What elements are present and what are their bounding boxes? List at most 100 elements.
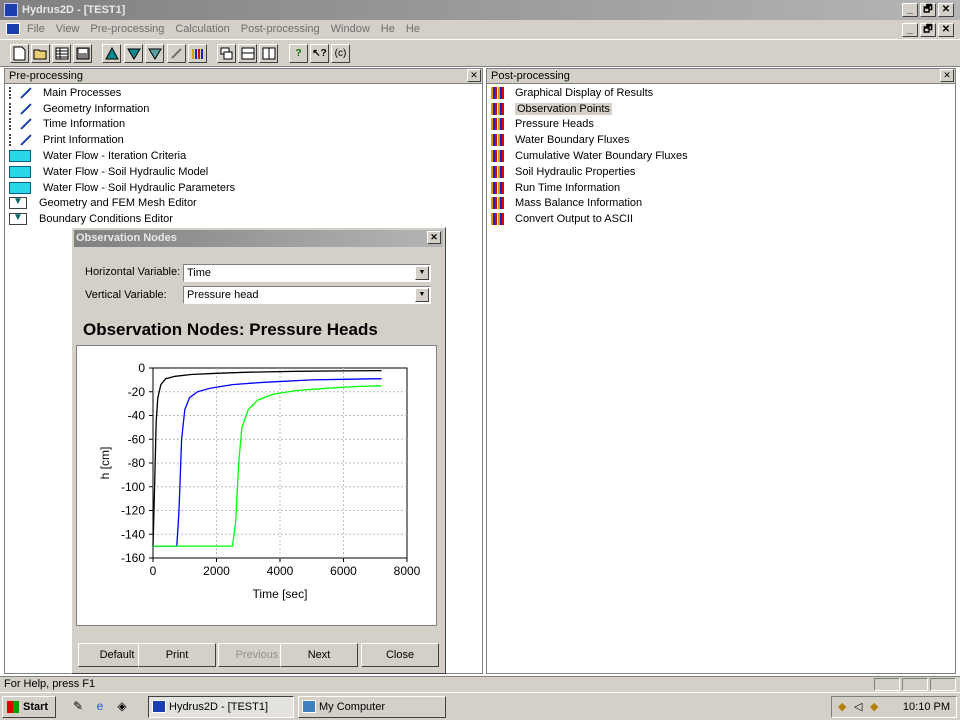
y-tick-label: -80 xyxy=(128,456,146,470)
mesh2-icon[interactable] xyxy=(145,44,164,63)
menu-view[interactable]: View xyxy=(56,23,80,35)
close-dialog-button[interactable]: Close xyxy=(361,643,439,667)
x-tick-label: 0 xyxy=(150,564,157,578)
tray-app-icon[interactable]: ◆ xyxy=(870,700,878,713)
menu-window[interactable]: Window xyxy=(331,23,370,35)
triangle-icon[interactable] xyxy=(102,44,121,63)
menu-bar: File View Pre-processing Calculation Pos… xyxy=(0,20,960,39)
pre-processing-item[interactable]: Water Flow - Soil Hydraulic Parameters xyxy=(5,180,482,196)
clock[interactable]: 10:10 PM xyxy=(903,701,950,713)
pre-processing-item[interactable]: Geometry Information xyxy=(5,101,482,117)
task-my-computer[interactable]: My Computer xyxy=(298,696,446,718)
pre-processing-item[interactable]: Main Processes xyxy=(5,85,482,101)
pre-processing-item-label: Print Information xyxy=(43,134,124,147)
chevron-down-icon[interactable]: ▼ xyxy=(415,266,429,280)
water-icon xyxy=(9,150,31,163)
task-hydrus2d[interactable]: Hydrus2D - [TEST1] xyxy=(148,696,294,718)
chart-frame: 0 2000 4000 6000 8000 0 -20 -40 -60 -80 -100 -120 -1… xyxy=(76,345,437,626)
window-title: Hydrus2D - [TEST1] xyxy=(22,4,126,16)
post-processing-item[interactable]: Graphical Display of Results xyxy=(487,85,955,101)
taskbar: Start ✎ e ◈ Hydrus2D - [TEST1] My Comput… xyxy=(0,692,960,720)
post-processing-close-icon[interactable]: ✕ xyxy=(940,69,954,82)
cascade-icon[interactable] xyxy=(217,44,236,63)
close-button[interactable]: ✕ xyxy=(938,3,954,17)
help-icon[interactable]: ? xyxy=(289,44,308,63)
mdi-restore-button[interactable]: 🗗 xyxy=(920,23,936,37)
menu-he-1[interactable]: He xyxy=(381,23,395,35)
post-processing-item[interactable]: Soil Hydraulic Properties xyxy=(487,164,955,180)
pre-processing-header: Pre-processing ✕ xyxy=(5,69,482,84)
app-icon[interactable] xyxy=(4,3,18,17)
pre-processing-item-label: Geometry and FEM Mesh Editor xyxy=(39,197,197,210)
browser-icon[interactable]: e xyxy=(92,699,108,715)
pre-processing-item-label: Boundary Conditions Editor xyxy=(39,213,173,226)
post-processing-item-label: Cumulative Water Boundary Fluxes xyxy=(515,150,688,163)
document-icon[interactable] xyxy=(6,23,20,35)
pencil-icon[interactable] xyxy=(167,44,186,63)
horizontal-variable-value: Time xyxy=(187,267,212,279)
vertical-variable-label: Vertical Variable: xyxy=(85,289,167,301)
context-help-mark: ? xyxy=(320,48,327,59)
menu-pre-processing[interactable]: Pre-processing xyxy=(90,23,164,35)
post-processing-item[interactable]: Observation Points xyxy=(487,101,955,117)
dialog-title: Observation Nodes xyxy=(76,232,177,244)
pre-processing-item[interactable]: Geometry and FEM Mesh Editor xyxy=(5,196,482,212)
post-processing-item[interactable]: Convert Output to ASCII xyxy=(487,211,955,227)
post-processing-item[interactable]: Cumulative Water Boundary Fluxes xyxy=(487,148,955,164)
vertical-variable-select[interactable]: Pressure head ▼ xyxy=(183,286,431,304)
post-processing-item[interactable]: Run Time Information xyxy=(487,180,955,196)
menu-post-processing[interactable]: Post-processing xyxy=(241,23,320,35)
pre-processing-title: Pre-processing xyxy=(9,70,83,82)
pre-processing-item[interactable]: Time Information xyxy=(5,117,482,133)
restore-button[interactable]: 🗗 xyxy=(920,3,936,17)
pre-processing-item[interactable]: Print Information xyxy=(5,132,482,148)
minimize-button[interactable]: _ xyxy=(902,3,918,17)
network-icon[interactable]: ◆ xyxy=(838,700,846,713)
bar-chart-icon xyxy=(491,118,505,131)
x-axis-label: Time [sec] xyxy=(253,587,308,601)
mesh-icon xyxy=(9,212,27,226)
horizontal-variable-select[interactable]: Time ▼ xyxy=(183,264,431,282)
bar-chart-icon xyxy=(491,134,505,147)
pre-processing-close-icon[interactable]: ✕ xyxy=(467,69,481,82)
status-cell xyxy=(902,678,928,691)
menu-he-2[interactable]: He xyxy=(406,23,420,35)
post-processing-item[interactable]: Pressure Heads xyxy=(487,117,955,133)
pencil-icon xyxy=(9,118,31,131)
y-tick-label: -40 xyxy=(128,409,146,423)
status-cell xyxy=(930,678,956,691)
next-button[interactable]: Next xyxy=(280,643,358,667)
menu-calculation[interactable]: Calculation xyxy=(175,23,229,35)
pre-processing-item[interactable]: Water Flow - Iteration Criteria xyxy=(5,148,482,164)
task-my-computer-label: My Computer xyxy=(319,701,386,713)
save-icon[interactable] xyxy=(73,44,92,63)
menu-file[interactable]: File xyxy=(27,23,45,35)
bar-icon[interactable] xyxy=(188,44,207,63)
post-processing-item[interactable]: Mass Balance Information xyxy=(487,196,955,212)
start-button[interactable]: Start xyxy=(2,696,56,718)
table-icon[interactable] xyxy=(52,44,71,63)
volume-icon[interactable]: ◁ xyxy=(854,700,862,713)
about-icon[interactable]: (c) xyxy=(331,44,350,63)
mdi-close-button[interactable]: ✕ xyxy=(938,23,954,37)
status-cell xyxy=(874,678,900,691)
context-help-icon[interactable]: ↖? xyxy=(310,44,329,63)
dialog-close-icon[interactable]: ✕ xyxy=(427,231,441,244)
mesh-icon[interactable] xyxy=(124,44,143,63)
pencil-icon xyxy=(9,86,31,99)
x-tick-label: 6000 xyxy=(330,564,357,578)
pre-processing-item[interactable]: Water Flow - Soil Hydraulic Model xyxy=(5,164,482,180)
tile-h-icon[interactable] xyxy=(238,44,257,63)
new-icon[interactable] xyxy=(10,44,29,63)
bar-chart-icon xyxy=(491,150,505,163)
chevron-down-icon[interactable]: ▼ xyxy=(415,288,429,302)
open-icon[interactable] xyxy=(31,44,50,63)
post-processing-item[interactable]: Water Boundary Fluxes xyxy=(487,132,955,148)
tile-v-icon[interactable] xyxy=(259,44,278,63)
pre-processing-item[interactable]: Boundary Conditions Editor xyxy=(5,211,482,227)
print-button[interactable]: Print xyxy=(138,643,216,667)
edit-icon[interactable]: ✎ xyxy=(70,699,86,715)
mdi-minimize-button[interactable]: _ xyxy=(902,23,918,37)
post-processing-item-label: Water Boundary Fluxes xyxy=(515,134,630,147)
channel-icon[interactable]: ◈ xyxy=(114,699,130,715)
